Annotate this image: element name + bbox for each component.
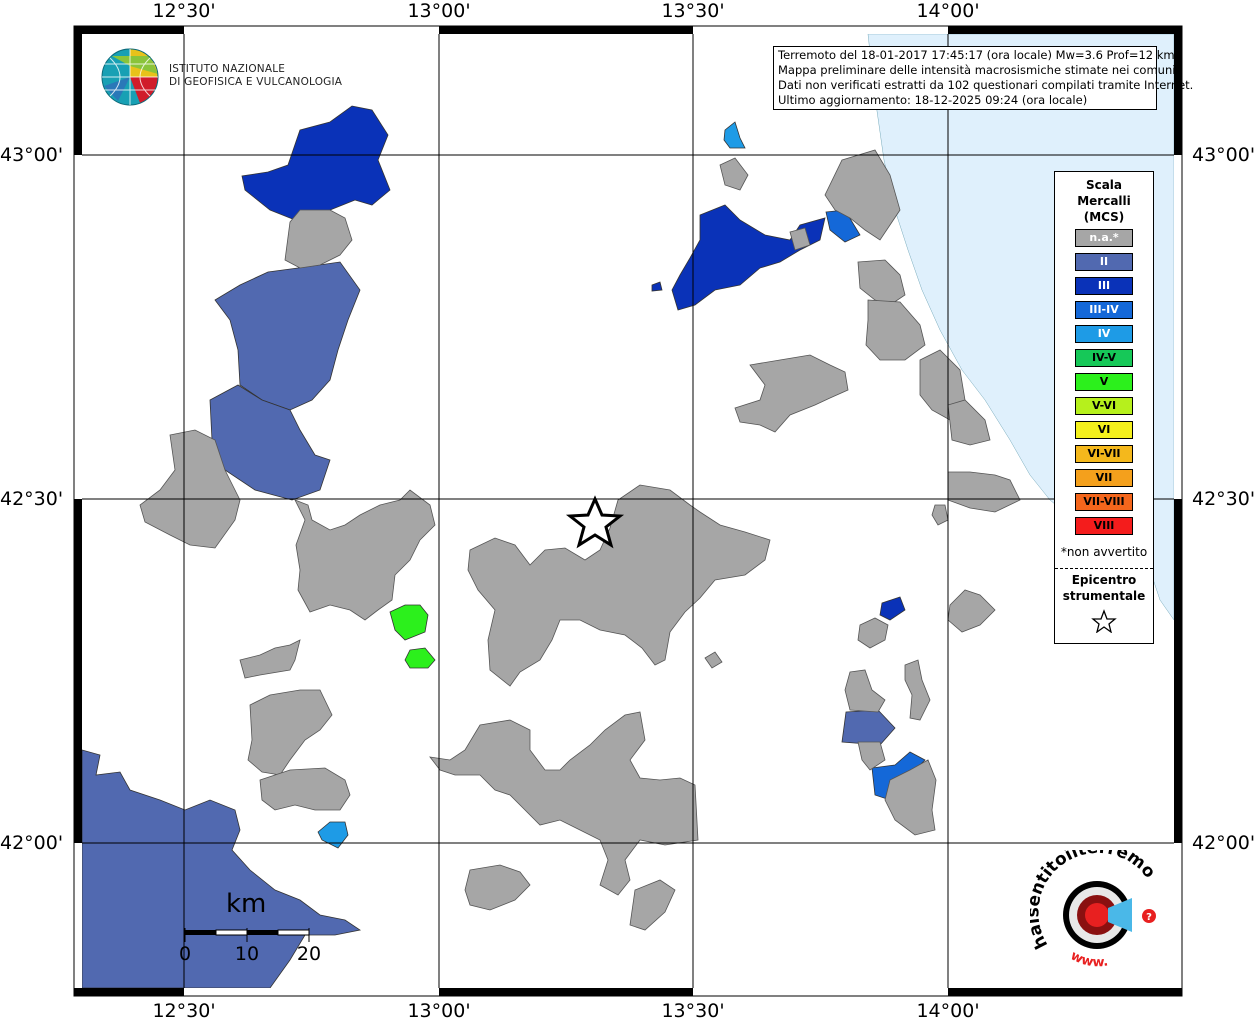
legend-swatch-5: IV-V <box>1075 349 1133 367</box>
info-line1: Terremoto del 18-01-2017 17:45:17 (ora l… <box>778 48 1175 62</box>
lon-label-bottom-1230: 12°30' <box>152 1000 216 1022</box>
info-line3: Dati non verificati estratti da 102 ques… <box>778 78 1194 92</box>
legend-swatch-7: V-VI <box>1075 397 1133 415</box>
mcs-legend: Scala Mercalli (MCS) n.a.* II III III-IV IV I… <box>1054 171 1154 644</box>
lon-label-top-1300: 13°00' <box>407 0 471 22</box>
legend-separator <box>1055 568 1153 569</box>
intensity-map: ? 12°30' 13°00' 13°30' 14°00' 12°30' 13°… <box>0 0 1256 1024</box>
legend-epicenter-line1: Epicentro <box>1071 573 1137 587</box>
badge-site-name: haisentitoilterremoto.it <box>1030 850 1159 952</box>
lon-label-top-1330: 13°30' <box>661 0 725 22</box>
legend-swatch-3: III-IV <box>1075 301 1133 319</box>
scale-tick-20: 20 <box>296 943 322 965</box>
ingv-globe-logo <box>101 48 159 106</box>
lon-label-top-1230: 12°30' <box>152 0 216 22</box>
legend-title-line2: Mercalli <box>1077 194 1131 208</box>
scale-tick-0: 0 <box>178 943 192 965</box>
legend-swatch-4: IV <box>1075 325 1133 343</box>
ingv-line2: DI GEOFISICA E VULCANOLOGIA <box>169 76 343 88</box>
lat-label-left-4200: 42°00' <box>0 832 64 854</box>
legend-swatch-11: VII-VIII <box>1075 493 1133 511</box>
lon-label-bottom-1330: 13°30' <box>661 1000 725 1022</box>
legend-swatch-6: V <box>1075 373 1133 391</box>
earthquake-info-box: Terremoto del 18-01-2017 17:45:17 (ora l… <box>773 46 1194 110</box>
lon-label-top-1400: 14°00' <box>916 0 980 22</box>
lat-label-right-4300: 43°00' <box>1192 144 1256 166</box>
legend-swatch-10: VII <box>1075 469 1133 487</box>
info-line4: Ultimo aggiornamento: 18-12-2025 09:24 (… <box>778 93 1088 107</box>
ingv-line1: ISTITUTO NAZIONALE <box>169 63 286 75</box>
legend-swatch-0: n.a.* <box>1075 229 1133 247</box>
ingv-logo-text: ISTITUTO NAZIONALE DI GEOFISICA E VULCAN… <box>169 63 342 89</box>
legend-title: Scala Mercalli (MCS) <box>1055 177 1153 225</box>
lat-label-left-4300: 43°00' <box>0 144 64 166</box>
legend-star-icon <box>1091 609 1117 633</box>
legend-title-line3: (MCS) <box>1083 210 1125 224</box>
info-line2: Mappa preliminare delle intensità macros… <box>778 63 1176 77</box>
legend-title-line1: Scala <box>1085 178 1123 192</box>
legend-swatch-9: VI-VII <box>1075 445 1133 463</box>
legend-epicenter-label: Epicentro strumentale <box>1055 572 1153 604</box>
scale-unit: km <box>226 889 267 919</box>
legend-swatch-12: VIII <box>1075 517 1133 535</box>
legend-swatch-1: II <box>1075 253 1133 271</box>
badge-text-layer: haisentitoilterremoto.it www. <box>1030 850 1159 970</box>
lat-label-right-4200: 42°00' <box>1192 832 1256 854</box>
legend-swatch-2: III <box>1075 277 1133 295</box>
lon-label-bottom-1400: 14°00' <box>916 1000 980 1022</box>
legend-swatch-8: VI <box>1075 421 1133 439</box>
legend-epicenter-line2: strumentale <box>1062 589 1146 603</box>
badge-www: www. <box>1068 948 1109 970</box>
lat-label-right-4230: 42°30' <box>1192 488 1256 510</box>
lat-label-left-4230: 42°30' <box>0 488 64 510</box>
lon-label-bottom-1300: 13°00' <box>407 1000 471 1022</box>
scale-tick-10: 10 <box>234 943 260 965</box>
legend-na-note: *non avvertito <box>1060 545 1148 559</box>
